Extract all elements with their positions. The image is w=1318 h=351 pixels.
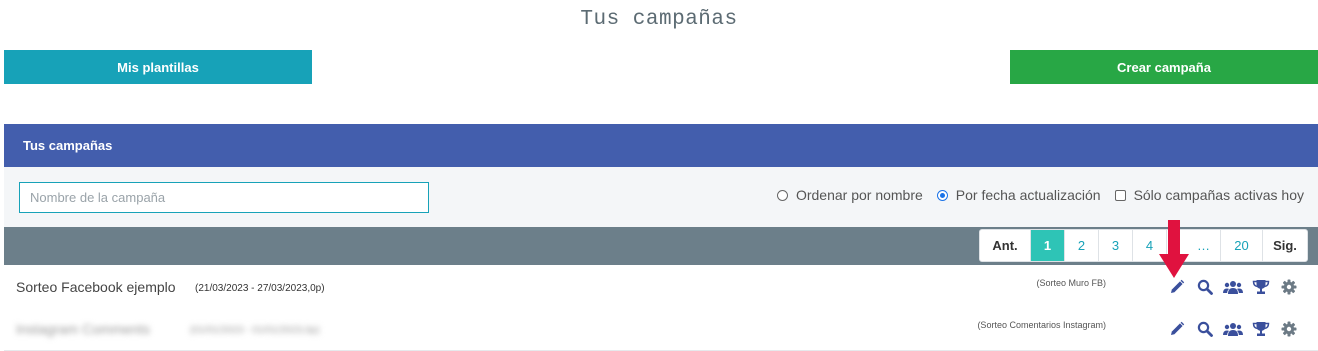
- search-icon[interactable]: [1194, 319, 1216, 339]
- gear-icon[interactable]: [1278, 319, 1300, 339]
- campaign-name[interactable]: Instagram Comments: [16, 321, 150, 337]
- sort-by-date-radio[interactable]: [936, 189, 948, 201]
- campaigns-panel-header: Tus campañas: [4, 124, 1318, 167]
- pencil-icon[interactable]: [1166, 277, 1188, 297]
- pagination-page-3[interactable]: 3: [1098, 230, 1132, 261]
- sort-by-name-label: Ordenar por nombre: [795, 187, 923, 203]
- panel-title: Tus campañas: [23, 138, 113, 153]
- search-icon[interactable]: [1194, 277, 1216, 297]
- filter-bar: Ordenar por nombre Por fecha actualizaci…: [4, 167, 1318, 227]
- active-only-option[interactable]: Sólo campañas activas hoy: [1114, 187, 1304, 203]
- campaign-dates: (21/03/2023 - 27/03/2023,0p): [195, 283, 325, 294]
- pagination-page-20[interactable]: 20: [1220, 230, 1262, 261]
- pagination-bar: Ant. 1 2 3 4 … 20 Sig.: [4, 227, 1318, 265]
- campaign-type: (Sorteo Comentarios Instagram): [977, 320, 1106, 330]
- sort-options: Ordenar por nombre Por fecha actualizaci…: [763, 187, 1304, 203]
- users-icon[interactable]: [1222, 319, 1244, 339]
- campaign-actions: [1166, 277, 1306, 297]
- pagination-page-1[interactable]: 1: [1030, 230, 1064, 261]
- gear-icon[interactable]: [1278, 277, 1300, 297]
- campaign-type: (Sorteo Muro FB): [1036, 278, 1106, 288]
- users-icon[interactable]: [1222, 277, 1244, 297]
- trophy-icon[interactable]: [1250, 277, 1272, 297]
- trophy-icon[interactable]: [1250, 319, 1272, 339]
- pagination: Ant. 1 2 3 4 … 20 Sig.: [979, 229, 1308, 262]
- campaign-row: Instagram Comments (01/01/2023 - 01/01/2…: [4, 308, 1318, 351]
- pencil-icon[interactable]: [1166, 319, 1188, 339]
- sort-by-name-radio[interactable]: [776, 189, 788, 201]
- sort-by-name-option[interactable]: Ordenar por nombre: [776, 187, 923, 203]
- pagination-prev-button[interactable]: Ant.: [980, 230, 1030, 261]
- pagination-next-button[interactable]: Sig.: [1262, 230, 1307, 261]
- campaign-name[interactable]: Sorteo Facebook ejemplo: [16, 279, 176, 295]
- campaign-name-search-input[interactable]: [19, 182, 429, 213]
- campaign-actions: [1166, 319, 1306, 339]
- sort-by-date-option[interactable]: Por fecha actualización: [936, 187, 1101, 203]
- create-campaign-button[interactable]: Crear campaña: [1010, 50, 1318, 84]
- my-templates-button[interactable]: Mis plantillas: [4, 50, 312, 84]
- sort-by-date-label: Por fecha actualización: [955, 187, 1101, 203]
- page-title: Tus campañas: [580, 8, 738, 31]
- pagination-page-2[interactable]: 2: [1064, 230, 1098, 261]
- active-only-label: Sólo campañas activas hoy: [1133, 187, 1304, 203]
- annotation-arrow-icon: [1159, 220, 1189, 278]
- campaign-dates: (01/01/2023 - 01/01/2023,0p): [190, 325, 320, 336]
- campaign-row: Sorteo Facebook ejemplo (21/03/2023 - 27…: [4, 266, 1318, 309]
- active-only-checkbox[interactable]: [1114, 189, 1126, 201]
